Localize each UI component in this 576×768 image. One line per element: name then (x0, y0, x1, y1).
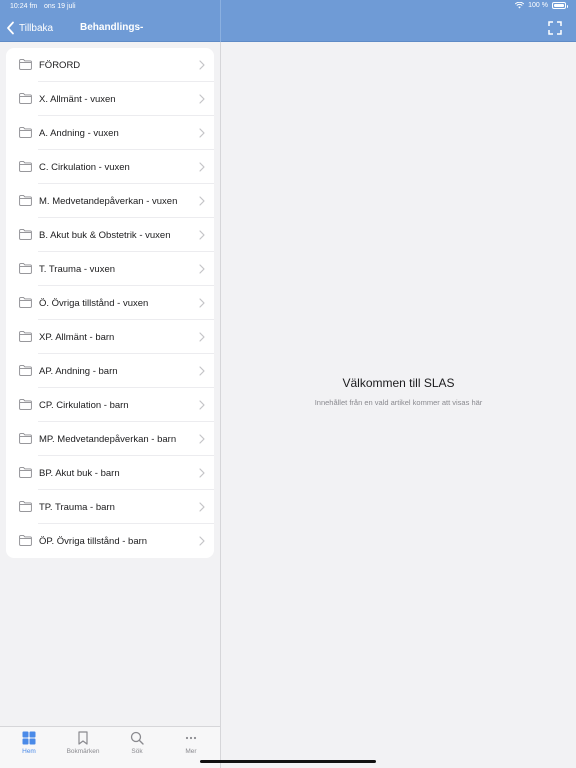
detail-pane: Välkommen till SLAS Innehållet från en v… (221, 42, 576, 768)
list-item-label: X. Allmänt - vuxen (39, 93, 116, 105)
chevron-right-icon (199, 60, 205, 70)
tab-bar: Hem Bokmärken Sök Mer (0, 726, 220, 768)
list-item-label: ÖP. Övriga tillstånd - barn (39, 535, 148, 547)
folder-icon (19, 433, 32, 444)
list-item[interactable]: MP. Medvetandepåverkan - barn (6, 422, 214, 456)
status-indicators: 100 % (515, 2, 568, 9)
list-item[interactable]: CP. Cirkulation - barn (6, 388, 214, 422)
list-item-label: AP. Andning - barn (39, 365, 118, 377)
list-item[interactable]: TP. Trauma - barn (6, 490, 214, 524)
more-icon (185, 736, 197, 740)
list-item-label: FÖRORD (39, 59, 81, 71)
search-icon (130, 731, 144, 745)
list-item[interactable]: FÖRORD (6, 48, 214, 82)
folder-icon (19, 127, 32, 138)
list-item[interactable]: Ö. Övriga tillstånd - vuxen (6, 286, 214, 320)
folder-icon (19, 263, 32, 274)
folder-icon (19, 501, 32, 512)
chevron-right-icon (199, 162, 205, 172)
category-list: FÖRORD X. Allmänt - vuxen A. Andning - vux… (6, 48, 214, 558)
folder-icon (19, 399, 32, 410)
chevron-right-icon (199, 502, 205, 512)
folder-icon (19, 93, 32, 104)
chevron-right-icon (199, 196, 205, 206)
back-button[interactable]: Tillbaka (6, 20, 53, 36)
folder-icon (19, 535, 32, 546)
list-item-label: CP. Cirkulation - barn (39, 399, 129, 411)
list-item-label: B. Akut buk & Obstetrik - vuxen (39, 229, 171, 241)
home-indicator (200, 760, 376, 763)
folder-icon (19, 365, 32, 376)
list-item[interactable]: M. Medvetandepåverkan - vuxen (6, 184, 214, 218)
status-date: ons 19 juli (44, 3, 76, 10)
battery-icon (552, 2, 568, 9)
tab-bookmarks[interactable]: Bokmärken (56, 731, 110, 761)
tab-home-label: Hem (22, 748, 36, 755)
chevron-right-icon (199, 468, 205, 478)
list-item-label: A. Andning - vuxen (39, 127, 119, 139)
list-item-label: XP. Allmänt - barn (39, 331, 115, 343)
chevron-left-icon (7, 21, 14, 35)
folder-icon (19, 331, 32, 342)
chevron-right-icon (199, 536, 205, 546)
list-item[interactable]: X. Allmänt - vuxen (6, 82, 214, 116)
chevron-right-icon (199, 400, 205, 410)
list-item-label: MP. Medvetandepåverkan - barn (39, 433, 177, 445)
chevron-right-icon (199, 94, 205, 104)
chevron-right-icon (199, 366, 205, 376)
list-item[interactable]: T. Trauma - vuxen (6, 252, 214, 286)
welcome-title: Välkommen till SLAS (342, 376, 455, 390)
chevron-right-icon (199, 332, 205, 342)
back-label: Tillbaka (19, 22, 54, 34)
folder-icon (19, 161, 32, 172)
list-item-label: TP. Trauma - barn (39, 501, 115, 513)
tab-bookmarks-label: Bokmärken (66, 748, 100, 755)
list-item-label: T. Trauma - vuxen (39, 263, 116, 275)
folder-icon (19, 195, 32, 206)
status-time: 10:24 fm (10, 3, 38, 10)
folder-icon (19, 297, 32, 308)
chevron-right-icon (199, 298, 205, 308)
folder-icon (19, 59, 32, 70)
list-item[interactable]: A. Andning - vuxen (6, 116, 214, 150)
wifi-icon (515, 2, 525, 9)
tab-more-label: Mer (185, 748, 197, 755)
list-item-label: Ö. Övriga tillstånd - vuxen (39, 297, 149, 309)
bookmark-icon (78, 731, 88, 745)
tab-more[interactable]: Mer (164, 731, 218, 761)
split-divider-header (220, 0, 221, 42)
page-title: Behandlings- (80, 22, 144, 33)
list-item-label: M. Medvetandepåverkan - vuxen (39, 195, 178, 207)
list-item-label: BP. Akut buk - barn (39, 467, 120, 479)
list-item[interactable]: ÖP. Övriga tillstånd - barn (6, 524, 214, 558)
list-item[interactable]: C. Cirkulation - vuxen (6, 150, 214, 184)
chevron-right-icon (199, 230, 205, 240)
battery-percent: 100 % (528, 2, 548, 9)
chevron-right-icon (199, 128, 205, 138)
tab-search-label: Sök (131, 748, 143, 755)
list-item[interactable]: B. Akut buk & Obstetrik - vuxen (6, 218, 214, 252)
welcome-subtitle: Innehållet från en vald artikel kommer a… (314, 398, 483, 407)
tab-search[interactable]: Sök (110, 731, 164, 761)
list-item[interactable]: XP. Allmänt - barn (6, 320, 214, 354)
chevron-right-icon (199, 264, 205, 274)
chevron-right-icon (199, 434, 205, 444)
navigation-bar: 10:24 fm ons 19 juli 100 % Tillbaka Beha… (0, 0, 576, 42)
list-item-label: C. Cirkulation - vuxen (39, 161, 130, 173)
fullscreen-icon[interactable] (548, 21, 562, 35)
grid-icon (22, 731, 36, 745)
tab-home[interactable]: Hem (2, 731, 56, 761)
status-bar: 10:24 fm ons 19 juli 100 % (0, 0, 576, 14)
folder-icon (19, 467, 32, 478)
list-item[interactable]: AP. Andning - barn (6, 354, 214, 388)
list-item[interactable]: BP. Akut buk - barn (6, 456, 214, 490)
folder-icon (19, 229, 32, 240)
